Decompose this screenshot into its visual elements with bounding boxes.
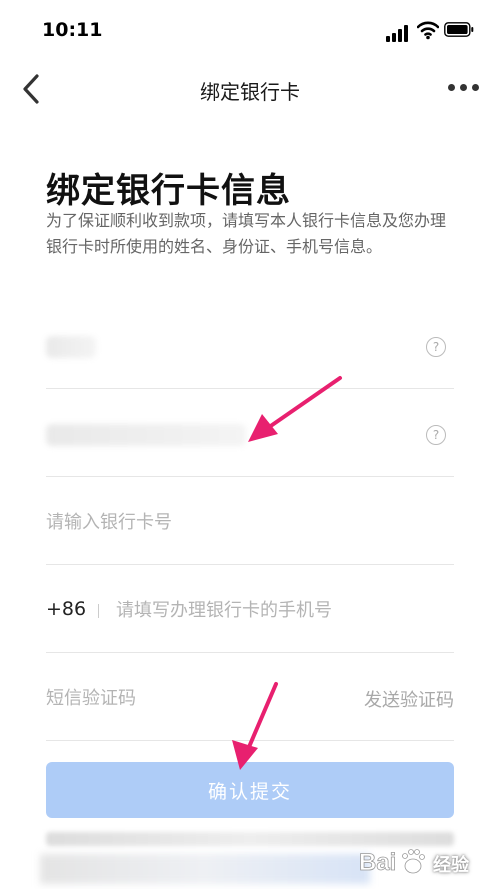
- id-number-field-row[interactable]: ?: [46, 388, 454, 477]
- status-time: 10:11: [42, 19, 103, 41]
- status-bar: 10:11: [0, 0, 500, 60]
- country-code[interactable]: +86: [46, 598, 86, 620]
- svg-text:Bai: Bai: [359, 849, 396, 876]
- help-icon[interactable]: ?: [426, 337, 446, 357]
- battery-icon: [444, 22, 474, 37]
- cellular-signal-icon: [386, 24, 412, 42]
- nav-title: 绑定银行卡: [200, 80, 300, 104]
- watermark-text: 经验: [433, 855, 469, 876]
- blurred-name-value: [46, 336, 96, 358]
- page-heading: 绑定银行卡信息: [46, 171, 291, 211]
- wifi-icon: [417, 21, 439, 40]
- blurred-id-value: [46, 424, 246, 446]
- phone-input[interactable]: [116, 596, 446, 624]
- card-number-field-row: [46, 476, 454, 565]
- card-number-input[interactable]: [46, 508, 346, 536]
- send-code-button[interactable]: 发送验证码: [364, 686, 454, 712]
- blurred-bottom-content: [40, 854, 370, 884]
- more-options-icon[interactable]: [448, 83, 482, 93]
- name-field-row[interactable]: ?: [46, 300, 454, 389]
- phone-field-row: +86: [46, 564, 454, 653]
- navigation-bar: 绑定银行卡: [0, 60, 500, 118]
- baidu-jingyan-watermark: Bai 经验: [355, 840, 495, 884]
- submit-button[interactable]: 确认提交: [46, 762, 454, 818]
- help-icon[interactable]: ?: [426, 425, 446, 445]
- baidu-logo-icon: Bai: [359, 849, 425, 876]
- page-description: 为了保证顺利收到款项，请填写本人银行卡信息及您办理银行卡时所使用的姓名、身份证、…: [46, 211, 447, 256]
- sms-code-field-row: 发送验证码: [46, 652, 454, 741]
- phone-divider: [98, 604, 99, 618]
- sms-code-input[interactable]: [46, 684, 266, 712]
